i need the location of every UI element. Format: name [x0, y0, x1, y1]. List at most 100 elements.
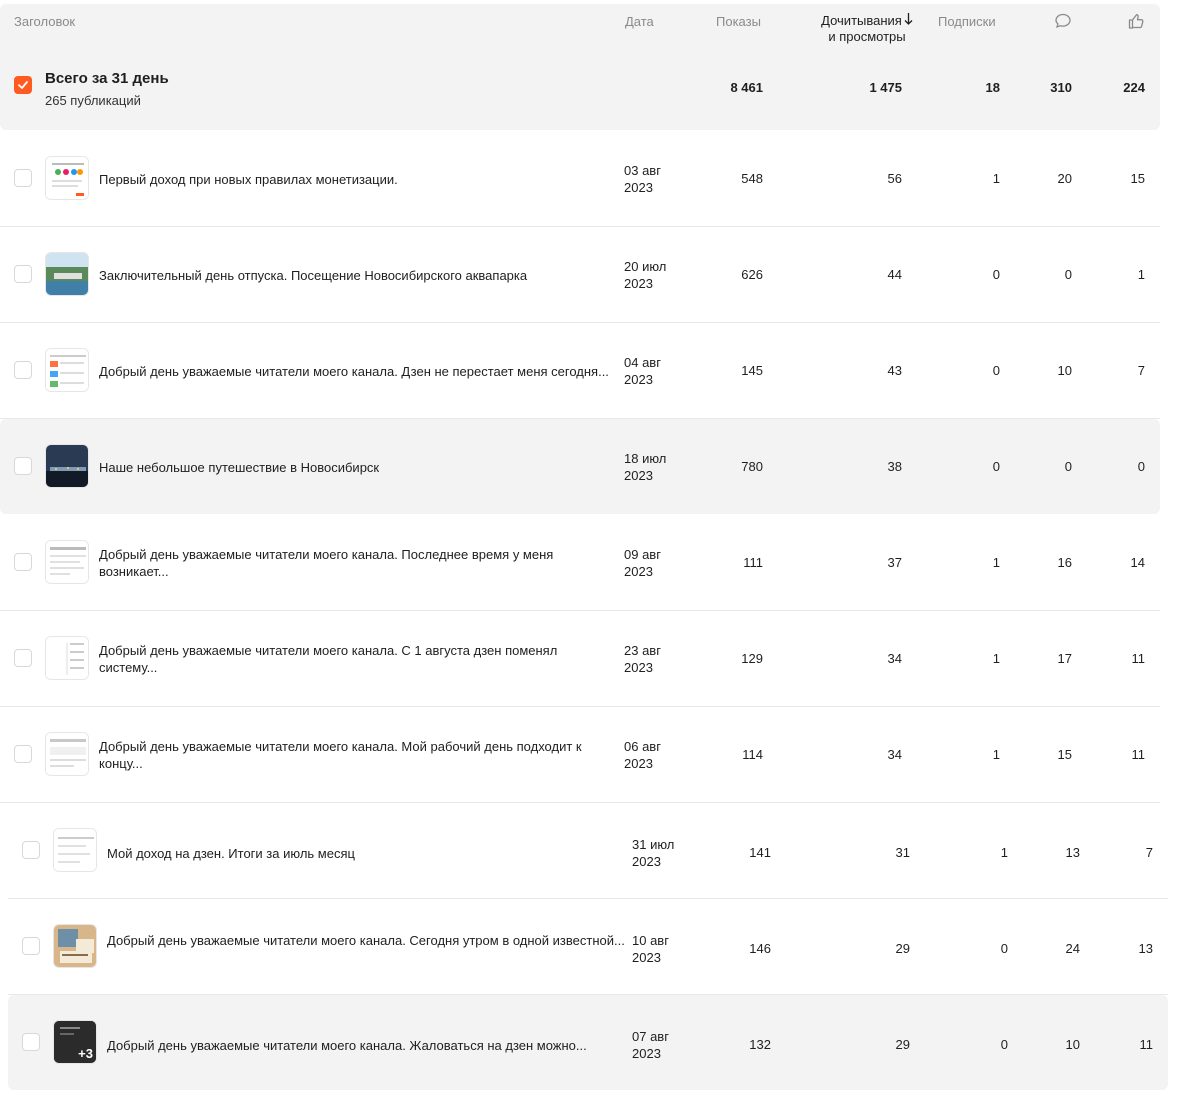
article-thumbnail[interactable] — [45, 444, 89, 488]
row-checkbox[interactable] — [14, 649, 32, 667]
date-day: 10 авг — [632, 933, 669, 948]
date-year: 2023 — [632, 950, 661, 965]
views-value: 780 — [741, 459, 763, 474]
comments-value: 15 — [1057, 747, 1072, 762]
select-all-checkbox[interactable] — [14, 76, 32, 94]
views-value: 146 — [749, 941, 771, 956]
date-year: 2023 — [624, 276, 653, 291]
table-row[interactable]: Первый доход при новых правилах монетиза… — [0, 131, 1160, 227]
article-title[interactable]: Заключительный день отпуска. Посещение Н… — [99, 267, 619, 284]
article-thumbnail[interactable] — [45, 732, 89, 776]
column-subscriptions[interactable]: Подписки — [938, 14, 996, 29]
table-row[interactable]: Добрый день уважаемые читатели моего кан… — [0, 323, 1160, 419]
comment-icon[interactable] — [1054, 12, 1072, 30]
reads-value: 44 — [887, 267, 902, 282]
subscriptions-value: 0 — [1000, 1037, 1008, 1052]
date-year: 2023 — [624, 468, 653, 483]
table-header: Заголовок Дата Показы Дочитывания и прос… — [0, 4, 1160, 58]
row-checkbox[interactable] — [22, 1033, 40, 1051]
table-row[interactable]: Добрый день уважаемые читатели моего кан… — [0, 707, 1160, 803]
article-date: 06 авг 2023 — [624, 738, 694, 772]
article-title[interactable]: Мой доход на дзен. Итоги за июль месяц — [107, 845, 627, 862]
article-date: 23 авг 2023 — [624, 642, 694, 676]
article-thumbnail[interactable] — [45, 540, 89, 584]
article-thumbnail[interactable] — [45, 636, 89, 680]
article-title[interactable]: Наше небольшое путешествие в Новосибирск — [99, 459, 619, 476]
article-title[interactable]: Добрый день уважаемые читатели моего кан… — [99, 363, 619, 380]
row-checkbox[interactable] — [14, 265, 32, 283]
article-date: 04 авг 2023 — [624, 354, 694, 388]
column-date[interactable]: Дата — [625, 14, 654, 29]
article-title[interactable]: Добрый день уважаемые читатели моего кан… — [99, 738, 619, 772]
row-checkbox[interactable] — [14, 169, 32, 187]
total-likes: 224 — [1123, 80, 1145, 95]
subscriptions-value: 1 — [992, 651, 1000, 666]
views-value: 141 — [749, 845, 771, 860]
article-thumbnail[interactable] — [45, 156, 89, 200]
likes-value: 13 — [1138, 941, 1153, 956]
table-row[interactable]: Добрый день уважаемые читатели моего кан… — [0, 515, 1160, 611]
article-title[interactable]: Добрый день уважаемые читатели моего кан… — [99, 642, 619, 676]
article-thumbnail[interactable]: +3 — [53, 1020, 97, 1064]
row-checkbox[interactable] — [14, 553, 32, 571]
article-date: 03 авг 2023 — [624, 162, 694, 196]
date-day: 31 июл — [632, 837, 675, 852]
subscriptions-value: 1 — [992, 747, 1000, 762]
column-reads[interactable]: Дочитывания и просмотры — [812, 13, 922, 45]
article-title[interactable]: Добрый день уважаемые читатели моего кан… — [107, 932, 627, 949]
likes-value: 1 — [1137, 267, 1145, 282]
row-checkbox[interactable] — [22, 937, 40, 955]
subscriptions-value: 0 — [992, 363, 1000, 378]
views-value: 145 — [741, 363, 763, 378]
table-row[interactable]: Наше небольшое путешествие в Новосибирск… — [0, 419, 1160, 514]
row-checkbox[interactable] — [14, 457, 32, 475]
date-year: 2023 — [624, 564, 653, 579]
comments-value: 16 — [1057, 555, 1072, 570]
reads-value: 31 — [895, 845, 910, 860]
table-row[interactable]: Мой доход на дзен. Итоги за июль месяц 3… — [8, 803, 1168, 899]
total-subscriptions: 18 — [985, 80, 1000, 95]
comments-value: 10 — [1057, 363, 1072, 378]
comments-value: 13 — [1065, 845, 1080, 860]
article-thumbnail[interactable] — [45, 252, 89, 296]
total-title: Всего за 31 день — [45, 70, 169, 87]
like-icon[interactable] — [1127, 12, 1145, 30]
article-title[interactable]: Добрый день уважаемые читатели моего кан… — [107, 1037, 627, 1054]
reads-value: 29 — [895, 941, 910, 956]
reads-value: 37 — [887, 555, 902, 570]
column-views[interactable]: Показы — [716, 14, 761, 29]
article-thumbnail[interactable] — [45, 348, 89, 392]
reads-value: 34 — [887, 651, 902, 666]
article-thumbnail[interactable] — [53, 924, 97, 968]
article-date: 09 авг 2023 — [624, 546, 694, 580]
check-icon — [18, 81, 28, 89]
likes-value: 11 — [1139, 1037, 1154, 1052]
article-title[interactable]: Добрый день уважаемые читатели моего кан… — [99, 546, 619, 580]
table-row[interactable]: Добрый день уважаемые читатели моего кан… — [8, 899, 1168, 995]
date-year: 2023 — [632, 1046, 661, 1061]
table-row[interactable]: Заключительный день отпуска. Посещение Н… — [0, 227, 1160, 323]
reads-value: 38 — [887, 459, 902, 474]
table-row[interactable]: Добрый день уважаемые читатели моего кан… — [0, 611, 1160, 707]
article-title[interactable]: Первый доход при новых правилах монетиза… — [99, 171, 619, 188]
date-year: 2023 — [624, 660, 653, 675]
table-row[interactable]: +3 Добрый день уважаемые читатели моего … — [8, 995, 1168, 1090]
row-checkbox[interactable] — [14, 361, 32, 379]
date-year: 2023 — [624, 180, 653, 195]
row-checkbox[interactable] — [14, 745, 32, 763]
article-thumbnail[interactable] — [53, 828, 97, 872]
subscriptions-value: 1 — [992, 555, 1000, 570]
sort-down-icon — [904, 13, 913, 29]
comments-value: 20 — [1057, 171, 1072, 186]
column-title[interactable]: Заголовок — [14, 14, 75, 29]
reads-value: 56 — [887, 171, 902, 186]
date-day: 06 авг — [624, 739, 661, 754]
subscriptions-value: 0 — [1000, 941, 1008, 956]
likes-value: 0 — [1137, 459, 1145, 474]
likes-value: 14 — [1130, 555, 1145, 570]
date-day: 03 авг — [624, 163, 661, 178]
views-value: 114 — [742, 747, 763, 762]
row-checkbox[interactable] — [22, 841, 40, 859]
date-day: 20 июл — [624, 259, 667, 274]
likes-value: 7 — [1137, 363, 1145, 378]
